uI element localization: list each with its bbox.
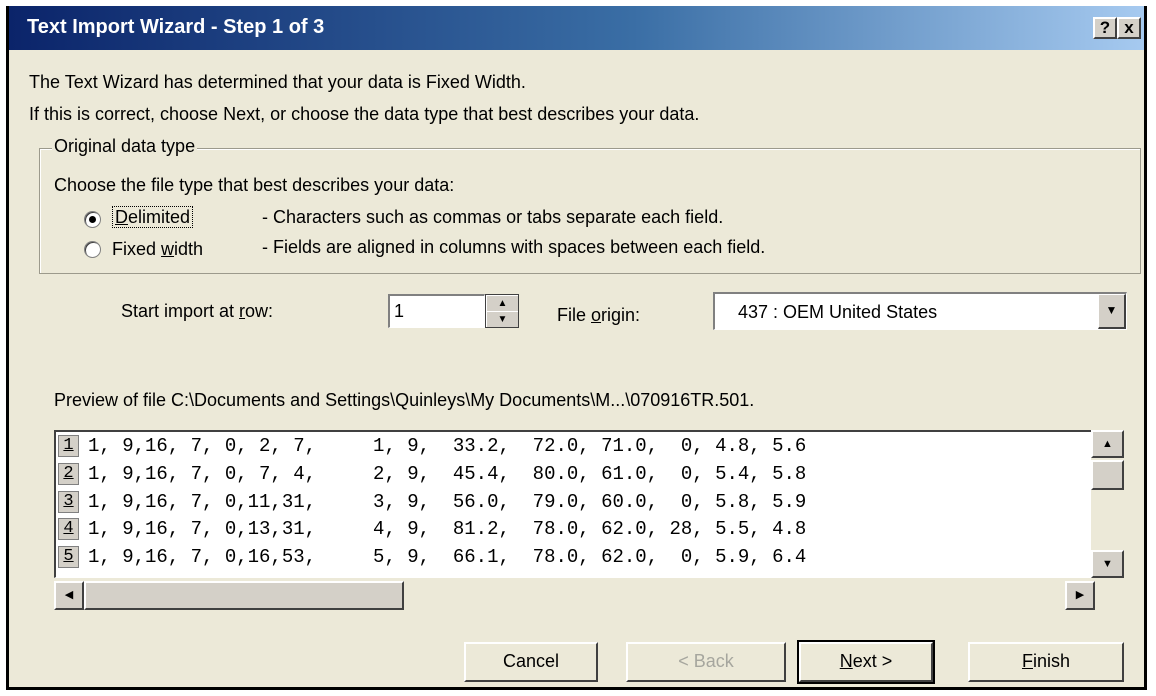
spin-down-icon[interactable]: ▼: [486, 311, 518, 327]
preview-pane[interactable]: 1 1, 9,16, 7, 0, 2, 7, 1, 9, 33.2, 72.0,…: [54, 430, 1097, 578]
start-row-input[interactable]: 1: [388, 294, 485, 328]
scroll-up-icon[interactable]: ▲: [1091, 430, 1124, 458]
file-origin-dropdown[interactable]: 437 : OEM United States ▼: [713, 292, 1127, 330]
scroll-thumb[interactable]: [1091, 460, 1124, 490]
preview-vertical-scrollbar[interactable]: ▲ ▼: [1091, 430, 1124, 578]
delimited-label[interactable]: Delimited: [112, 206, 194, 228]
row-number: 2: [58, 463, 79, 485]
fixed-width-description: - Fields are aligned in columns with spa…: [262, 237, 766, 257]
text-import-wizard-dialog: Text Import Wizard - Step 1 of 3 ? x The…: [6, 6, 1147, 690]
title-bar: Text Import Wizard - Step 1 of 3 ? x: [9, 6, 1144, 50]
spin-up-icon[interactable]: ▲: [486, 295, 518, 311]
file-origin-label: File origin:: [557, 305, 641, 325]
delimited-description: - Characters such as commas or tabs sepa…: [262, 207, 724, 227]
fixed-width-label[interactable]: Fixed width: [112, 239, 203, 260]
radio-selected-dot: [89, 216, 96, 223]
scroll-thumb[interactable]: [84, 581, 404, 610]
scroll-down-icon[interactable]: ▼: [1091, 550, 1124, 578]
group-title: Original data type: [52, 136, 198, 157]
preview-row: 1, 9,16, 7, 0,16,53, 5, 9, 66.1, 78.0, 6…: [88, 546, 807, 568]
file-type-prompt: Choose the file type that best describes…: [54, 175, 455, 195]
finish-button[interactable]: Finish: [968, 642, 1124, 682]
intro-line-1: The Text Wizard has determined that your…: [29, 72, 526, 92]
row-number: 4: [58, 518, 79, 540]
row-number: 3: [58, 491, 79, 513]
start-row-spinner[interactable]: ▲ ▼: [485, 294, 519, 328]
fixed-width-radio[interactable]: [84, 241, 101, 258]
close-button[interactable]: x: [1117, 17, 1141, 39]
next-button[interactable]: Next >: [797, 640, 935, 684]
intro-line-2: If this is correct, choose Next, or choo…: [29, 104, 700, 124]
help-button[interactable]: ?: [1093, 17, 1117, 39]
preview-horizontal-scrollbar[interactable]: ◀ ▶: [54, 581, 1097, 610]
chevron-down-icon[interactable]: ▼: [1098, 294, 1126, 329]
cancel-button[interactable]: Cancel: [464, 642, 598, 682]
preview-row: 1, 9,16, 7, 0,11,31, 3, 9, 56.0, 79.0, 6…: [88, 491, 807, 513]
row-number: 1: [58, 435, 79, 457]
back-button[interactable]: < Back: [626, 642, 786, 682]
preview-row: 1, 9,16, 7, 0,13,31, 4, 9, 81.2, 78.0, 6…: [88, 518, 807, 540]
preview-label: Preview of file C:\Documents and Setting…: [54, 390, 755, 410]
file-origin-value: 437 : OEM United States: [738, 302, 938, 322]
window-title: Text Import Wizard - Step 1 of 3: [27, 16, 325, 38]
original-data-type-group: Original data type Choose the file type …: [39, 136, 1141, 274]
scroll-right-icon[interactable]: ▶: [1065, 581, 1095, 610]
delimited-radio[interactable]: [84, 211, 101, 228]
preview-row: 1, 9,16, 7, 0, 2, 7, 1, 9, 33.2, 72.0, 7…: [88, 435, 807, 457]
row-number: 5: [58, 546, 79, 568]
start-import-label: Start import at row:: [121, 301, 274, 321]
preview-row: 1, 9,16, 7, 0, 7, 4, 2, 9, 45.4, 80.0, 6…: [88, 463, 807, 485]
scroll-left-icon[interactable]: ◀: [54, 581, 84, 610]
